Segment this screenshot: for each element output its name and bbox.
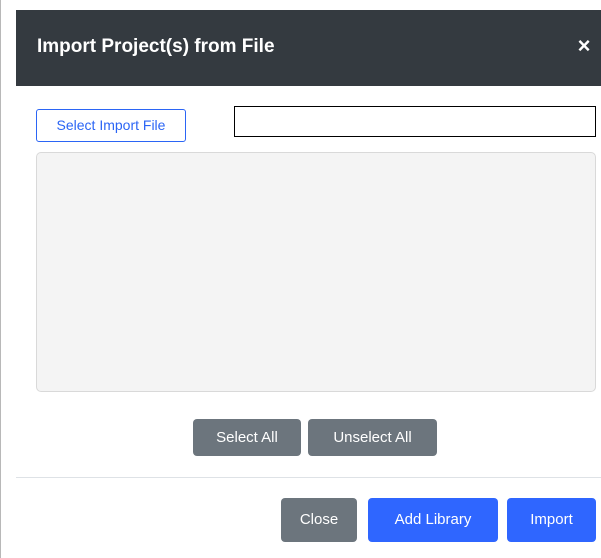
project-list-box[interactable] xyxy=(36,152,596,392)
select-all-button[interactable]: Select All xyxy=(193,419,301,456)
import-file-name-field[interactable] xyxy=(234,106,596,137)
import-button[interactable]: Import xyxy=(507,498,596,542)
add-library-button[interactable]: Add Library xyxy=(368,498,498,542)
unselect-all-button[interactable]: Unselect All xyxy=(308,419,437,456)
footer-divider xyxy=(16,477,601,478)
dialog-header: Import Project(s) from File × xyxy=(16,10,601,86)
close-button[interactable]: Close xyxy=(281,498,357,542)
dialog-edge xyxy=(1,0,16,558)
select-import-file-button[interactable]: Select Import File xyxy=(36,109,186,142)
close-icon[interactable]: × xyxy=(574,35,594,57)
import-projects-dialog: Import Project(s) from File × Select Imp… xyxy=(0,0,601,558)
dialog-title: Import Project(s) from File xyxy=(37,36,275,57)
